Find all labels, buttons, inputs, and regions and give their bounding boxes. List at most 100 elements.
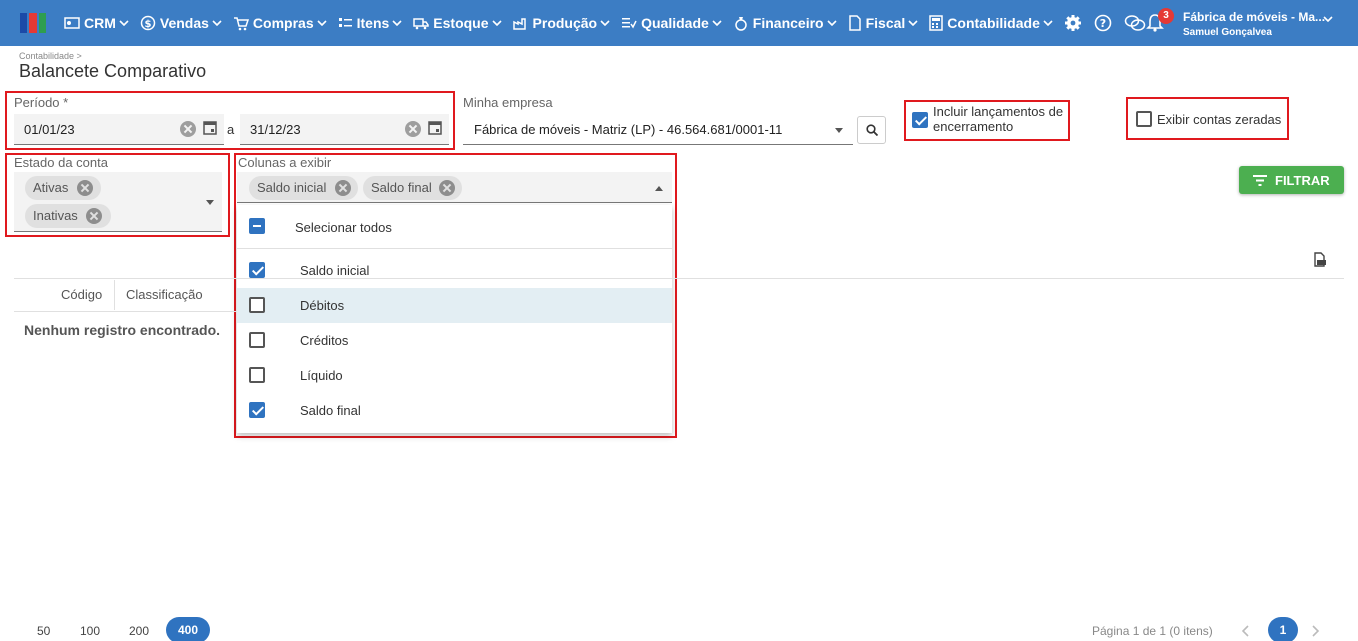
settings-button[interactable]: [1064, 14, 1082, 32]
option-saldo-final[interactable]: Saldo final: [237, 393, 672, 428]
calendar-icon[interactable]: [203, 120, 217, 135]
calendar-icon[interactable]: [428, 120, 442, 135]
help-button[interactable]: ?: [1094, 14, 1112, 32]
option-debitos[interactable]: Débitos: [237, 288, 672, 323]
incluir-checkbox[interactable]: [912, 112, 928, 128]
remove-chip-icon[interactable]: [335, 180, 351, 196]
export-icon[interactable]: [1313, 252, 1327, 267]
colunas-dropdown-menu: Selecionar todos Saldo inicial Débitos C…: [237, 205, 672, 433]
page-size-50[interactable]: 50: [37, 624, 50, 638]
menu-itens[interactable]: Itens: [338, 15, 403, 31]
menu-qualidade[interactable]: Qualidade: [621, 15, 722, 31]
chip-saldo-inicial: Saldo inicial: [249, 176, 358, 200]
chevron-down-icon: [712, 20, 722, 26]
chevron-left-icon[interactable]: [1242, 625, 1250, 637]
col-header-codigo[interactable]: Código: [61, 287, 102, 302]
chevron-down-icon: [600, 20, 610, 26]
option-label: Créditos: [300, 333, 349, 348]
chat-button[interactable]: [1124, 14, 1146, 32]
option-checkbox[interactable]: [249, 367, 265, 383]
zeradas-label: Exibir contas zeradas: [1157, 112, 1282, 127]
top-nav-bar: CRM $ Vendas Compras Itens Estoque Produ…: [0, 0, 1358, 46]
empresa-select[interactable]: Fábrica de móveis - Matriz (LP) - 46.564…: [463, 114, 853, 145]
empresa-value: Fábrica de móveis - Matriz (LP) - 46.564…: [474, 122, 783, 137]
dropdown-arrow-icon: [655, 186, 663, 191]
current-page[interactable]: 1: [1268, 617, 1298, 641]
menu-fiscal[interactable]: Fiscal: [848, 15, 919, 31]
factory-icon: [512, 18, 526, 30]
menu-vendas-label: Vendas: [159, 15, 209, 31]
empresa-search-button[interactable]: [857, 116, 886, 144]
chip-ativas-label: Ativas: [33, 180, 69, 195]
chevron-down-icon: [119, 20, 129, 26]
menu-crm-label: CRM: [84, 15, 116, 31]
page-size-400[interactable]: 400: [166, 617, 210, 641]
periodo-end-field[interactable]: 31/12/23: [240, 114, 449, 145]
select-all-option[interactable]: Selecionar todos: [237, 207, 672, 249]
zeradas-checkbox[interactable]: [1136, 111, 1152, 127]
select-all-label: Selecionar todos: [295, 220, 392, 235]
truck-icon: [413, 18, 430, 30]
menu-itens-label: Itens: [356, 15, 390, 31]
chip-ativas: Ativas: [25, 176, 101, 200]
incluir-label-line2: encerramento: [933, 119, 1014, 134]
company-name[interactable]: Fábrica de móveis - Ma...: [1183, 10, 1325, 24]
chip-saldo-final: Saldo final: [363, 176, 462, 200]
svg-text:?: ?: [1100, 17, 1106, 30]
chevron-down-icon[interactable]: [1323, 16, 1333, 22]
remove-chip-icon[interactable]: [77, 180, 93, 196]
chevron-down-icon: [1043, 20, 1053, 26]
select-all-checkbox[interactable]: [249, 218, 265, 234]
menu-fiscal-label: Fiscal: [865, 15, 906, 31]
colunas-label: Colunas a exibir: [238, 155, 332, 170]
menu-vendas[interactable]: $ Vendas: [140, 15, 222, 31]
notification-badge: 3: [1158, 8, 1174, 24]
menu-contabilidade-label: Contabilidade: [947, 15, 1040, 31]
option-saldo-inicial[interactable]: Saldo inicial: [237, 253, 672, 288]
menu-estoque[interactable]: Estoque: [413, 15, 502, 31]
page-size-100[interactable]: 100: [80, 624, 100, 638]
chip-inativas: Inativas: [25, 204, 111, 228]
filter-button[interactable]: FILTRAR: [1239, 166, 1344, 194]
remove-chip-icon[interactable]: [439, 180, 455, 196]
option-label: Líquido: [300, 368, 343, 383]
option-creditos[interactable]: Créditos: [237, 323, 672, 358]
dropdown-arrow-icon: [835, 128, 843, 133]
menu-estoque-label: Estoque: [433, 15, 489, 31]
option-checkbox[interactable]: [249, 402, 265, 418]
menu-financeiro-label: Financeiro: [752, 15, 824, 31]
breadcrumb[interactable]: Contabilidade >: [19, 51, 82, 61]
list-icon: [338, 18, 352, 27]
periodo-start-field[interactable]: 01/01/23: [14, 114, 224, 145]
help-icon: ?: [1094, 14, 1112, 32]
pagination-info: Página 1 de 1 (0 itens): [1092, 624, 1213, 638]
menu-crm[interactable]: CRM: [64, 15, 129, 31]
chip-inativas-label: Inativas: [33, 208, 78, 223]
option-liquido[interactable]: Líquido: [237, 358, 672, 393]
main-menu: CRM $ Vendas Compras Itens Estoque Produ…: [64, 0, 1158, 46]
menu-producao-label: Produção: [532, 15, 598, 31]
empresa-label: Minha empresa: [463, 95, 553, 110]
option-checkbox[interactable]: [249, 262, 265, 278]
menu-compras-label: Compras: [252, 15, 314, 31]
menu-qualidade-label: Qualidade: [641, 15, 709, 31]
menu-compras[interactable]: Compras: [233, 15, 327, 31]
calculator-icon: [929, 15, 944, 31]
menu-contabilidade[interactable]: Contabilidade: [929, 15, 1053, 31]
page-size-200[interactable]: 200: [129, 624, 149, 638]
col-header-classificacao[interactable]: Classificação: [126, 287, 203, 302]
option-label: Saldo final: [300, 403, 361, 418]
menu-producao[interactable]: Produção: [512, 15, 611, 31]
menu-financeiro[interactable]: Financeiro: [733, 15, 837, 31]
dollar-icon: $: [140, 15, 156, 31]
estado-label: Estado da conta: [14, 155, 108, 170]
periodo-label: Período *: [14, 95, 69, 110]
option-checkbox[interactable]: [249, 332, 265, 348]
option-checkbox[interactable]: [249, 297, 265, 313]
document-icon: [848, 15, 861, 31]
clear-icon[interactable]: [405, 121, 421, 137]
remove-chip-icon[interactable]: [86, 208, 102, 224]
clear-icon[interactable]: [180, 121, 196, 137]
app-logo[interactable]: [20, 13, 46, 33]
chevron-right-icon[interactable]: [1312, 625, 1320, 637]
